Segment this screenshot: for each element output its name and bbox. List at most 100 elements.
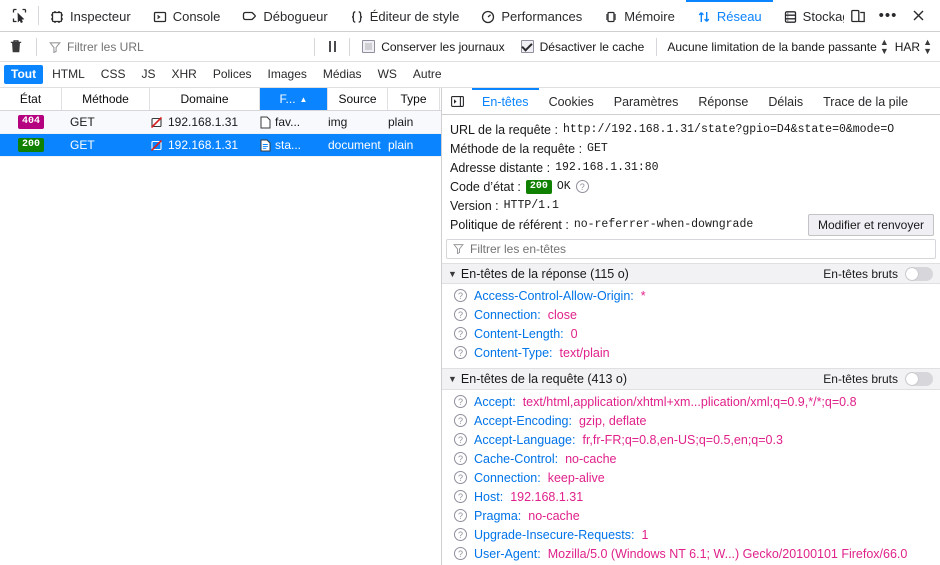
document-icon bbox=[260, 139, 271, 152]
column-header-source[interactable]: Source bbox=[328, 88, 388, 110]
filter-pill-xhr[interactable]: XHR bbox=[164, 65, 203, 84]
help-icon[interactable]: ? bbox=[454, 528, 467, 541]
header-row: ? Connection: keep-alive bbox=[442, 468, 940, 487]
filter-pill-polices[interactable]: Polices bbox=[206, 65, 259, 84]
version-value: HTTP/1.1 bbox=[504, 199, 559, 212]
help-icon[interactable]: ? bbox=[454, 346, 467, 359]
column-header-type[interactable]: Type bbox=[388, 88, 440, 110]
more-options-icon[interactable]: ••• bbox=[874, 2, 902, 30]
details-tab-en-tetes[interactable]: En-têtes bbox=[472, 88, 539, 114]
tab-inspecteur[interactable]: Inspecteur bbox=[39, 0, 142, 31]
tab-label: Inspecteur bbox=[70, 10, 131, 23]
filter-pill-ws[interactable]: WS bbox=[371, 65, 404, 84]
column-header-methode[interactable]: Méthode bbox=[62, 88, 150, 110]
chevron-down-icon: ▼ bbox=[448, 269, 457, 279]
filter-pill-js[interactable]: JS bbox=[134, 65, 162, 84]
filter-pill-css[interactable]: CSS bbox=[94, 65, 133, 84]
filter-pill-autre[interactable]: Autre bbox=[406, 65, 449, 84]
header-name: Cache-Control: bbox=[474, 452, 558, 466]
method-cell: GET bbox=[62, 134, 150, 156]
details-tab-parametres[interactable]: Paramètres bbox=[604, 88, 689, 114]
header-name: Upgrade-Insecure-Requests: bbox=[474, 528, 635, 542]
edit-and-resend-button[interactable]: Modifier et renvoyer bbox=[808, 214, 934, 236]
summary-label: Adresse distante : bbox=[450, 161, 550, 175]
filter-pill-medias[interactable]: Médias bbox=[316, 65, 369, 84]
tab-editeur-de-style[interactable]: Éditeur de style bbox=[339, 0, 471, 31]
header-row: ? Access-Control-Allow-Origin: * bbox=[442, 286, 940, 305]
header-row: ? Upgrade-Insecure-Requests: 1 bbox=[442, 525, 940, 544]
header-name: Accept-Encoding: bbox=[474, 414, 572, 428]
responsive-design-mode-icon[interactable] bbox=[844, 2, 872, 30]
toggle-request-list-icon[interactable] bbox=[442, 88, 472, 114]
tab-stockage[interactable]: Stockage bbox=[773, 0, 844, 31]
headers-filter-input[interactable]: Filtrer les en-têtes bbox=[446, 239, 936, 259]
debugger-icon bbox=[242, 10, 257, 24]
toolbar-divider bbox=[36, 38, 37, 56]
devtools-toolbar-actions: ••• bbox=[844, 0, 940, 31]
referrer-policy-value: no-referrer-when-downgrade bbox=[574, 218, 753, 231]
summary-row-version: Version : HTTP/1.1 bbox=[446, 196, 940, 215]
details-tab-delais[interactable]: Délais bbox=[758, 88, 813, 114]
throttling-select[interactable]: Aucune limitation de la bande passante ▲… bbox=[661, 38, 894, 56]
help-icon[interactable]: ? bbox=[454, 414, 467, 427]
help-icon[interactable]: ? bbox=[454, 452, 467, 465]
summary-label: Version : bbox=[450, 199, 499, 213]
help-icon[interactable]: ? bbox=[454, 433, 467, 446]
request-list-panel: État Méthode Domaine F... ▲ Source Type … bbox=[0, 88, 442, 565]
remote-address-value: 192.168.1.31:80 bbox=[555, 161, 659, 174]
request-method-value: GET bbox=[587, 142, 608, 155]
help-icon[interactable]: ? bbox=[576, 180, 589, 193]
summary-row-referrer-policy: Politique de référent : no-referrer-when… bbox=[446, 215, 940, 234]
header-name: User-Agent: bbox=[474, 547, 541, 561]
har-menu-button[interactable]: HAR ▲▼ bbox=[895, 38, 940, 56]
header-value: * bbox=[641, 289, 646, 303]
blocked-icon bbox=[150, 116, 163, 129]
help-icon[interactable]: ? bbox=[454, 547, 467, 560]
filter-pill-images[interactable]: Images bbox=[261, 65, 314, 84]
file-cell: sta... bbox=[260, 134, 328, 156]
raw-headers-label: En-têtes bruts bbox=[823, 372, 898, 386]
help-icon[interactable]: ? bbox=[454, 395, 467, 408]
table-row[interactable]: 200 GET 192.168.1.31 bbox=[0, 134, 441, 157]
filter-pill-tout[interactable]: Tout bbox=[4, 65, 43, 84]
table-row[interactable]: 404 GET 192.168.1.31 bbox=[0, 111, 441, 134]
header-row: ? Pragma: no-cache bbox=[442, 506, 940, 525]
close-icon[interactable] bbox=[904, 2, 932, 30]
tab-reseau[interactable]: Réseau bbox=[686, 0, 773, 31]
raw-headers-toggle[interactable] bbox=[905, 267, 933, 281]
column-header-fichier[interactable]: F... ▲ bbox=[260, 88, 328, 110]
help-icon[interactable]: ? bbox=[454, 308, 467, 321]
tab-label: Éditeur de style bbox=[370, 10, 460, 23]
element-picker-icon[interactable] bbox=[0, 0, 38, 31]
summary-row-method: Méthode de la requête : GET bbox=[446, 139, 940, 158]
search-input[interactable]: Filtrer les URL bbox=[41, 36, 310, 58]
tab-debogueur[interactable]: Débogueur bbox=[231, 0, 338, 31]
help-icon[interactable]: ? bbox=[454, 471, 467, 484]
details-tab-cookies[interactable]: Cookies bbox=[539, 88, 604, 114]
persist-logs-checkbox[interactable]: Conserver les journaux bbox=[354, 40, 512, 54]
disable-cache-checkbox[interactable]: Désactiver le cache bbox=[513, 40, 653, 54]
help-icon[interactable]: ? bbox=[454, 289, 467, 302]
column-header-domaine[interactable]: Domaine bbox=[150, 88, 260, 110]
help-icon[interactable]: ? bbox=[454, 327, 467, 340]
request-headers-section-header[interactable]: ▼ En-têtes de la requête (413 o) En-tête… bbox=[442, 368, 940, 390]
column-header-etat[interactable]: État bbox=[0, 88, 62, 110]
tab-performances[interactable]: Performances bbox=[470, 0, 593, 31]
header-name: Accept: bbox=[474, 395, 516, 409]
tab-memoire[interactable]: Mémoire bbox=[593, 0, 686, 31]
details-tab-trace-de-la-pile[interactable]: Trace de la pile bbox=[813, 88, 918, 114]
response-headers-section-header[interactable]: ▼ En-têtes de la réponse (115 o) En-tête… bbox=[442, 263, 940, 285]
trash-icon[interactable] bbox=[0, 39, 32, 54]
help-icon[interactable]: ? bbox=[454, 509, 467, 522]
devtools-tabbar: Inspecteur Console Débogueur Éditeur bbox=[0, 0, 940, 32]
header-value: keep-alive bbox=[548, 471, 605, 485]
filter-pill-html[interactable]: HTML bbox=[45, 65, 92, 84]
details-tab-reponse[interactable]: Réponse bbox=[688, 88, 758, 114]
tab-console[interactable]: Console bbox=[142, 0, 232, 31]
persist-logs-label: Conserver les journaux bbox=[381, 40, 504, 54]
help-icon[interactable]: ? bbox=[454, 490, 467, 503]
pause-icon[interactable] bbox=[319, 41, 345, 52]
file-icon bbox=[260, 116, 271, 129]
domain-cell: 192.168.1.31 bbox=[150, 111, 260, 133]
raw-headers-toggle[interactable] bbox=[905, 372, 933, 386]
